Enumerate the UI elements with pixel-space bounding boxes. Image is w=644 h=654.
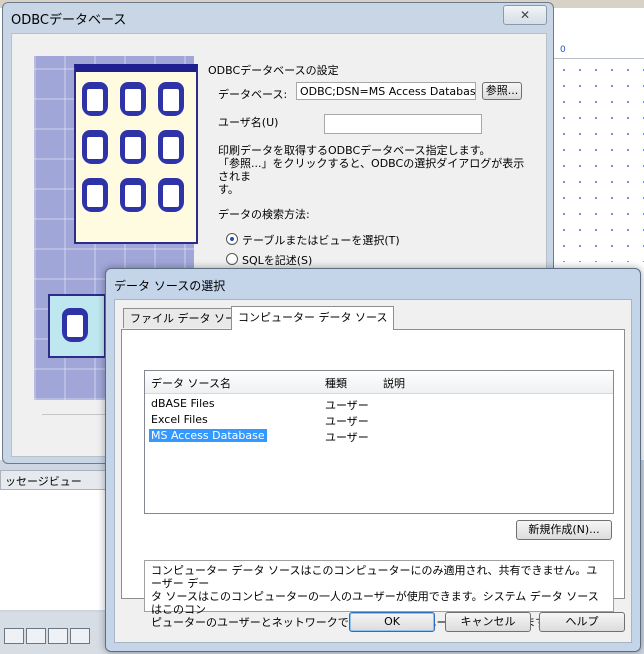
column-header-description[interactable]: 説明: [383, 375, 405, 391]
message-view-area: [0, 490, 109, 610]
dialog-title: ODBCデータベース: [11, 13, 127, 28]
list-item-selected[interactable]: MS Access Database ユーザー: [145, 428, 613, 444]
database-icon: [120, 178, 146, 212]
search-method-label: データの検索方法:: [218, 208, 310, 221]
database-label: データベース:: [218, 88, 288, 101]
database-icon: [62, 308, 88, 342]
list-header: データ ソース名 種類 説明: [145, 371, 613, 394]
database-icon: [82, 178, 108, 212]
help-button[interactable]: ヘルプ: [539, 612, 625, 632]
radio-table-label: テーブルまたはビューを選択(T): [242, 234, 400, 247]
data-source-dialog: データ ソースの選択 ファイル データ ソース コンピューター データ ソース …: [105, 268, 641, 652]
data-source-name: dBASE Files: [151, 397, 215, 410]
data-source-type: ユーザー: [325, 415, 369, 428]
username-field[interactable]: [324, 114, 482, 134]
description-line: す。: [218, 183, 239, 196]
layout-icon[interactable]: [4, 628, 24, 644]
list-item[interactable]: dBASE Files ユーザー: [145, 396, 613, 412]
message-view-tab[interactable]: ッセージビュー: [0, 470, 112, 490]
radio-unselected-icon[interactable]: [226, 253, 238, 265]
tab-panel: データ ソース名 種類 説明 dBASE Files ユーザー Excel Fi…: [121, 329, 625, 629]
list-item[interactable]: Excel Files ユーザー: [145, 412, 613, 428]
database-icon: [158, 130, 184, 164]
data-source-name: Excel Files: [151, 413, 208, 426]
database-icon: [158, 178, 184, 212]
radio-sql-label: SQLを記述(S): [242, 254, 313, 267]
tab-computer-data-source[interactable]: コンピューター データ ソース: [231, 306, 395, 330]
data-source-name: MS Access Database: [149, 429, 267, 442]
message-view-label: ッセージビュー: [5, 475, 82, 488]
dialog-body: ファイル データ ソース コンピューター データ ソース データ ソース名 種類…: [114, 299, 632, 643]
description-line: 印刷データを取得するODBCデータベース指定します。: [218, 144, 491, 157]
column-header-type[interactable]: 種類: [325, 375, 347, 391]
description-line: 「参照...」をクリックすると、ODBCの選択ダイアログが表示されま: [218, 157, 525, 183]
database-small-image: [48, 294, 106, 358]
database-icon: [82, 130, 108, 164]
layout-icon[interactable]: [70, 628, 90, 644]
column-header-name[interactable]: データ ソース名: [151, 375, 231, 391]
username-label: ユーザ名(U): [218, 116, 279, 129]
database-grid-image: [74, 64, 198, 244]
database-icon: [158, 82, 184, 116]
layout-icon[interactable]: [26, 628, 46, 644]
radio-sql-option[interactable]: SQLを記述(S): [226, 252, 312, 268]
data-source-type: ユーザー: [325, 399, 369, 412]
info-line: コンピューター データ ソースはこのコンピューターにのみ適用され、共有できません…: [151, 564, 598, 590]
radio-table-option[interactable]: テーブルまたはビューを選択(T): [226, 232, 400, 248]
section-title: ODBCデータベースの設定: [208, 64, 339, 77]
close-icon[interactable]: ✕: [503, 5, 547, 25]
cancel-button[interactable]: キャンセル: [445, 612, 531, 632]
layout-icon[interactable]: [48, 628, 68, 644]
info-text-box: コンピューター データ ソースはこのコンピューターにのみ適用され、共有できません…: [144, 560, 614, 629]
dialog-title: データ ソースの選択: [114, 279, 226, 293]
data-source-list[interactable]: データ ソース名 種類 説明 dBASE Files ユーザー Excel Fi…: [144, 370, 614, 514]
ok-button[interactable]: OK: [349, 612, 435, 632]
description-text: 印刷データを取得するODBCデータベース指定します。 「参照...」をクリックす…: [218, 144, 528, 196]
background-ruler: 0: [552, 44, 644, 59]
data-source-type: ユーザー: [325, 431, 369, 444]
radio-selected-icon[interactable]: [226, 233, 238, 245]
background-grid: [556, 62, 644, 262]
database-icon: [82, 82, 108, 116]
database-field[interactable]: ODBC;DSN=MS Access Database;I: [296, 82, 476, 100]
browse-button[interactable]: 参照...: [482, 82, 522, 100]
database-icon: [120, 82, 146, 116]
database-icon: [120, 130, 146, 164]
new-data-source-button[interactable]: 新規作成(N)...: [516, 520, 612, 540]
ruler-mark: 0: [560, 45, 566, 55]
